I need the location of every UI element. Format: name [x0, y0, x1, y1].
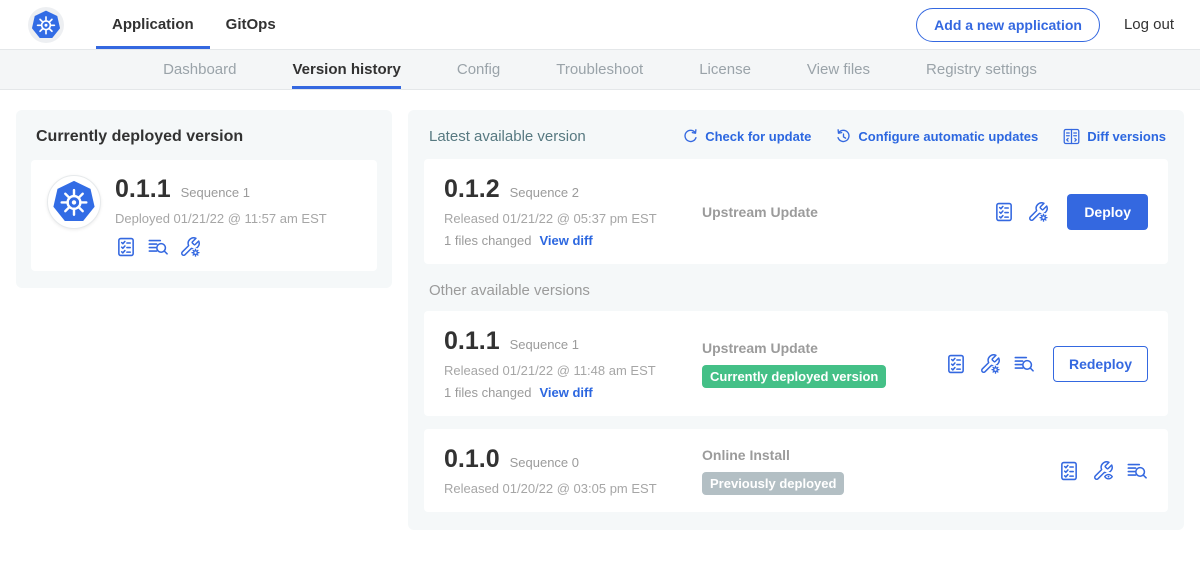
add-application-button[interactable]: Add a new application — [916, 8, 1100, 42]
files-changed-label: 1 files changed — [444, 385, 531, 400]
version-card-0-1-1: 0.1.1 Sequence 1 Released 01/21/22 @ 11:… — [424, 311, 1168, 416]
sequence-label: Sequence 1 — [510, 337, 579, 352]
check-for-update-link[interactable]: Check for update — [682, 128, 811, 145]
diff-versions-link[interactable]: Diff versions — [1062, 127, 1166, 146]
deploy-button[interactable]: Deploy — [1067, 194, 1148, 230]
sequence-label: Sequence 2 — [510, 185, 579, 200]
configure-automatic-updates-link[interactable]: Configure automatic updates — [835, 128, 1038, 145]
tab-license[interactable]: License — [699, 50, 751, 89]
version-number: 0.1.2 — [444, 175, 500, 204]
app-sub-nav: Dashboard Version history Config Trouble… — [0, 49, 1200, 90]
deployed-sequence-label: Sequence 1 — [181, 185, 250, 200]
version-number: 0.1.1 — [444, 327, 500, 356]
preflight-checks-icon[interactable] — [993, 201, 1015, 223]
logout-button[interactable]: Log out — [1124, 16, 1174, 33]
released-timestamp: Released 01/20/22 @ 03:05 pm EST — [444, 481, 702, 496]
preflight-checks-icon[interactable] — [945, 353, 967, 375]
edit-config-icon[interactable] — [979, 353, 1001, 375]
main-content: Currently deployed version 0.1.1 Sequenc… — [0, 90, 1200, 550]
refresh-icon — [682, 128, 699, 145]
diff-icon — [1062, 127, 1081, 146]
deploy-logs-icon[interactable] — [1013, 353, 1035, 375]
deploy-logs-icon[interactable] — [147, 236, 169, 258]
version-source-label: Upstream Update — [702, 204, 993, 220]
version-card-0-1-2: 0.1.2 Sequence 2 Released 01/21/22 @ 05:… — [424, 159, 1168, 264]
tab-gitops[interactable]: GitOps — [210, 0, 292, 49]
deploy-logs-icon[interactable] — [1126, 460, 1148, 482]
files-changed-label: 1 files changed — [444, 233, 531, 248]
other-versions-title: Other available versions — [429, 282, 1168, 299]
tab-application[interactable]: Application — [96, 0, 210, 49]
version-source-label: Online Install — [702, 447, 1058, 463]
tab-registry-settings[interactable]: Registry settings — [926, 50, 1037, 89]
preflight-checks-icon[interactable] — [1058, 460, 1080, 482]
tab-troubleshoot[interactable]: Troubleshoot — [556, 50, 643, 89]
previously-deployed-badge: Previously deployed — [702, 472, 844, 495]
view-diff-link[interactable]: View diff — [539, 233, 592, 248]
version-number: 0.1.0 — [444, 445, 500, 474]
latest-version-title: Latest available version — [429, 128, 586, 145]
latest-version-header: Latest available version Check for updat… — [429, 127, 1166, 146]
kubernetes-logo-icon — [28, 7, 64, 43]
tab-dashboard[interactable]: Dashboard — [163, 50, 236, 89]
app-logo-icon — [47, 175, 101, 229]
deployed-version-number: 0.1.1 — [115, 175, 171, 204]
currently-deployed-panel: Currently deployed version 0.1.1 Sequenc… — [16, 110, 392, 288]
view-config-icon[interactable] — [1092, 460, 1114, 482]
topnav-right: Add a new application Log out — [916, 8, 1174, 42]
tab-view-files[interactable]: View files — [807, 50, 870, 89]
sequence-label: Sequence 0 — [510, 455, 579, 470]
version-card-0-1-0: 0.1.0 Sequence 0 Released 01/20/22 @ 03:… — [424, 429, 1168, 512]
tab-config[interactable]: Config — [457, 50, 500, 89]
preflight-checks-icon[interactable] — [115, 236, 137, 258]
topnav-tabs: Application GitOps — [96, 0, 292, 49]
redeploy-button[interactable]: Redeploy — [1053, 346, 1148, 382]
currently-deployed-title: Currently deployed version — [36, 128, 377, 146]
released-timestamp: Released 01/21/22 @ 11:48 am EST — [444, 363, 702, 378]
version-actions: Check for update Configure automatic upd… — [682, 127, 1166, 146]
tab-version-history[interactable]: Version history — [292, 50, 400, 89]
edit-config-icon[interactable] — [179, 236, 201, 258]
version-source-label: Upstream Update — [702, 340, 945, 356]
currently-deployed-badge: Currently deployed version — [702, 365, 886, 388]
deployed-timestamp: Deployed 01/21/22 @ 11:57 am EST — [115, 211, 327, 226]
available-versions-panel: Latest available version Check for updat… — [408, 110, 1184, 530]
clock-refresh-icon — [835, 128, 852, 145]
released-timestamp: Released 01/21/22 @ 05:37 pm EST — [444, 211, 702, 226]
currently-deployed-card: 0.1.1 Sequence 1 Deployed 01/21/22 @ 11:… — [31, 160, 377, 271]
edit-config-icon[interactable] — [1027, 201, 1049, 223]
top-nav: Application GitOps Add a new application… — [0, 0, 1200, 49]
view-diff-link[interactable]: View diff — [539, 385, 592, 400]
